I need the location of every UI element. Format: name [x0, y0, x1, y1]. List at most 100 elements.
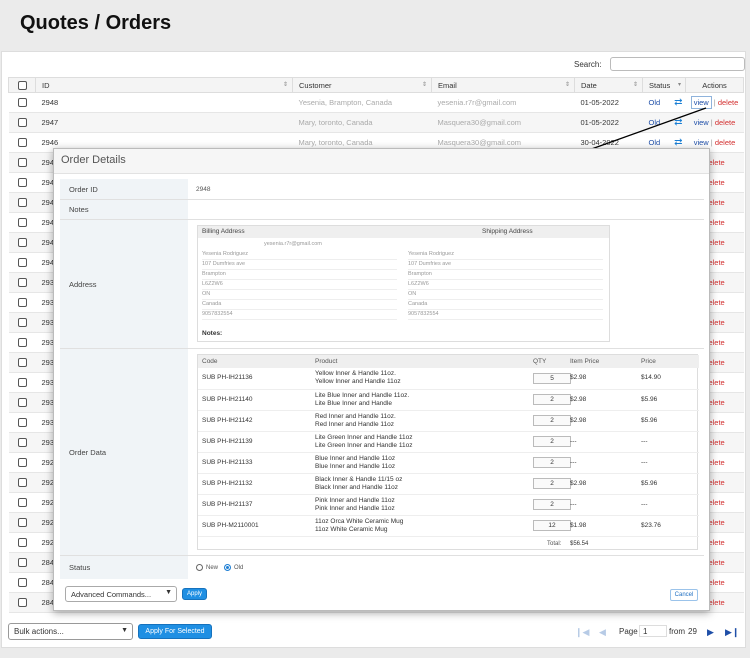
- item-code: SUB PH-IH21139: [198, 431, 311, 453]
- qty-input[interactable]: 2: [533, 436, 571, 447]
- code-header: Code: [198, 355, 311, 368]
- cancel-button[interactable]: Cancel: [670, 589, 698, 601]
- order-item-row: SUB PH-M2110001 11oz Orca White Ceramic M…: [198, 515, 699, 537]
- product-description: Lite Green Inner and Handle 11oz: [315, 441, 413, 449]
- item-price: $2.98: [566, 389, 637, 411]
- product-description: Lite Blue Inner and Handle: [315, 399, 392, 407]
- address-row: Address Billing Address Shipping Address…: [60, 220, 704, 349]
- item-total-price: ---: [637, 431, 699, 453]
- order-details-body: Order ID 2948 Notes Address Billing Addr…: [60, 179, 704, 579]
- order-item-row: SUB PH-IH21132 Black Inner & Handle 11/15…: [198, 473, 699, 495]
- item-price: $2.98: [566, 368, 637, 390]
- billing-address-line: 9057832554: [202, 311, 233, 317]
- order-item-row: SUB PH-IH21142 Red Inner and Handle 11oz.…: [198, 410, 699, 432]
- order-id-label: Order ID: [60, 179, 188, 199]
- item-code: SUB PH-IH21132: [198, 473, 311, 495]
- product-description: Pink Inner and Handle 11oz: [315, 504, 395, 512]
- dialog-title: Order Details: [54, 149, 709, 174]
- product-header: Product: [311, 355, 529, 368]
- product-name: Yellow Inner & Handle 11oz.: [315, 370, 396, 378]
- order-item-row: SUB PH-IH21137 Pink Inner and Handle 11oz…: [198, 494, 699, 516]
- item-price: ---: [566, 431, 637, 453]
- qty-cell: 2: [529, 494, 571, 516]
- billing-address-line: Brampton: [202, 271, 226, 277]
- item-total-price: ---: [637, 452, 699, 474]
- qty-cell: 2: [529, 431, 571, 453]
- status-old-radio[interactable]: [224, 564, 232, 571]
- item-code: SUB PH-IH21133: [198, 452, 311, 474]
- status-options: New Old: [189, 556, 704, 579]
- qty-cell: 12: [529, 515, 571, 537]
- advanced-commands-select[interactable]: Advanced Commands... ▼: [65, 586, 177, 602]
- qty-input[interactable]: 2: [533, 499, 571, 510]
- item-code: SUB PH-IH21137: [198, 494, 311, 516]
- product-description: Yellow Inner and Handle 11oz: [315, 378, 401, 386]
- item-price: $2.98: [566, 410, 637, 432]
- product-description: Red Inner and Handle 11oz: [315, 420, 395, 428]
- product-name: Pink Inner and Handle 11oz: [315, 496, 395, 504]
- item-product: Blue Inner and Handle 11oz Blue Inner and…: [311, 452, 529, 474]
- status-new-radio[interactable]: [196, 564, 203, 571]
- total-value: $56.54: [570, 541, 589, 547]
- product-name: Blue Inner and Handle 11oz: [315, 454, 396, 462]
- price-header: Price: [637, 355, 699, 368]
- item-price: ---: [566, 452, 637, 474]
- item-code: SUB PH-IH21136: [198, 368, 311, 390]
- product-name: Lite Blue Inner and Handle 11oz.: [315, 391, 410, 399]
- billing-address-line: Canada: [202, 301, 222, 307]
- qty-cell: 2: [529, 452, 571, 474]
- qty-header: QTY: [529, 355, 566, 368]
- product-name: Lite Green Inner and Handle 11oz: [315, 433, 413, 441]
- item-product: Red Inner and Handle 11oz. Red Inner and …: [311, 410, 529, 432]
- qty-input[interactable]: 5: [533, 372, 571, 384]
- qty-input[interactable]: 2: [533, 457, 571, 468]
- order-data-row: Order Data Code Product QTY Item Price P…: [60, 349, 704, 556]
- qty-input[interactable]: 2: [533, 478, 571, 489]
- qty-cell: 5: [529, 368, 571, 390]
- order-id-row: Order ID 2948: [60, 179, 704, 200]
- order-items-box: Code Product QTY Item Price Price SUB PH…: [197, 354, 699, 550]
- order-item-row: SUB PH-IH21136 Yellow Inner & Handle 11oz…: [198, 368, 699, 390]
- shipping-address-line: 107 Dumfries ave: [408, 261, 452, 267]
- product-description: Black Inner and Handle 11oz: [315, 483, 398, 491]
- shipping-address-line: Brampton: [408, 271, 432, 277]
- order-item-row: SUB PH-IH21140 Lite Blue Inner and Handle…: [198, 389, 699, 411]
- billing-address-line: L6Z2W6: [202, 281, 223, 287]
- dialog-footer: Advanced Commands... ▼ Apply Cancel: [60, 586, 704, 606]
- billing-address-header: Billing Address: [202, 228, 245, 235]
- item-code: SUB PH-M2110001: [198, 515, 311, 537]
- item-product: Pink Inner and Handle 11oz Pink Inner and…: [311, 494, 529, 516]
- notes-value: [189, 200, 704, 219]
- item-price: $2.98: [566, 473, 637, 495]
- billing-address-line: ON: [202, 291, 211, 297]
- qty-cell: 2: [529, 473, 571, 495]
- item-total-price: ---: [637, 494, 699, 516]
- billing-address-line: 107 Dumfries ave: [202, 261, 246, 267]
- item-price: ---: [566, 494, 637, 516]
- item-total-price: $5.96: [637, 389, 699, 411]
- product-name: 11oz Orca White Ceramic Mug: [315, 517, 404, 525]
- item-product: Yellow Inner & Handle 11oz. Yellow Inner …: [311, 368, 529, 390]
- address-header: Billing Address Shipping Address: [198, 226, 609, 238]
- total-label: Total:: [547, 541, 562, 547]
- billing-address-line: Yesenia Rodriguez: [202, 251, 248, 257]
- item-code: SUB PH-IH21140: [198, 389, 311, 411]
- shipping-address-line: ON: [408, 291, 417, 297]
- order-id-value: 2948: [196, 185, 211, 193]
- qty-input[interactable]: 2: [533, 394, 571, 405]
- qty-cell: 2: [529, 389, 571, 411]
- item-total-price: $23.76: [637, 515, 699, 537]
- order-item-row: SUB PH-IH21133 Blue Inner and Handle 11oz…: [198, 452, 699, 474]
- qty-input[interactable]: 12: [533, 520, 571, 531]
- address-notes-label: Notes:: [202, 330, 223, 337]
- item-code: SUB PH-IH21142: [198, 410, 311, 432]
- qty-input[interactable]: 2: [533, 415, 571, 426]
- billing-email: yesenia.r7r@gmail.com: [264, 241, 322, 247]
- shipping-address-line: L6Z2W6: [408, 281, 429, 287]
- item-product: Lite Green Inner and Handle 11oz Lite Gre…: [311, 431, 529, 453]
- address-box: Billing Address Shipping Address yesenia…: [197, 225, 610, 342]
- item-price-header: Item Price: [566, 355, 637, 368]
- product-description: Blue Inner and Handle 11oz: [315, 462, 396, 470]
- apply-button[interactable]: Apply: [182, 588, 207, 600]
- shipping-address-line: 9057832554: [408, 311, 439, 317]
